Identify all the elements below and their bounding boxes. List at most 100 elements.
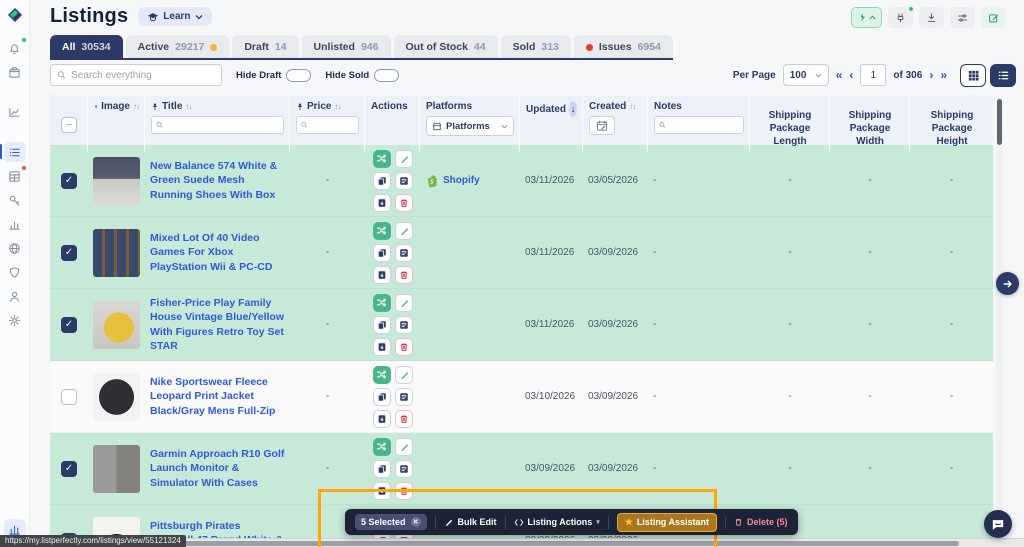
next-page-button[interactable]: ›	[929, 69, 933, 81]
duplicate-listing-button[interactable]	[372, 409, 391, 428]
price-filter[interactable]	[296, 116, 359, 134]
hide-sold-toggle[interactable]	[374, 68, 400, 82]
listing-title-link[interactable]: Nike Sportswear Fleece Leopard Print Jac…	[150, 376, 275, 416]
listing-details-button[interactable]	[394, 387, 413, 406]
delete-listing-button[interactable]	[394, 337, 413, 356]
listing-details-button[interactable]	[394, 171, 413, 190]
edit-listing-button[interactable]	[394, 149, 413, 168]
per-page-select[interactable]: 100	[782, 64, 829, 86]
listing-actions-menu[interactable]: Listing Actions ▾	[514, 517, 600, 527]
crosslist-button[interactable]	[372, 149, 391, 168]
row-checkbox[interactable]: ✓	[61, 244, 77, 261]
notes-filter[interactable]	[654, 116, 744, 134]
scroll-right-fab[interactable]	[996, 272, 1019, 295]
sort-toggle[interactable]: ↑↓	[185, 102, 192, 111]
sort-toggle[interactable]: ↑↓	[334, 102, 341, 111]
table-vertical-scrollbar[interactable]	[996, 97, 1003, 535]
sidebar-item-listings[interactable]	[0, 142, 26, 162]
compose-new-button[interactable]	[981, 7, 1006, 28]
product-image[interactable]	[93, 228, 140, 277]
product-image[interactable]	[93, 444, 140, 493]
listing-title-link[interactable]: Fisher-Price Play Family House Vintage B…	[150, 297, 284, 352]
settings-gear-icon[interactable]	[4, 310, 26, 330]
page-number-input[interactable]	[860, 64, 887, 86]
tab-all[interactable]: All 30534	[50, 35, 123, 58]
account-user-icon[interactable]	[4, 286, 26, 306]
listing-details-button[interactable]	[394, 243, 413, 262]
copy-listing-button[interactable]	[372, 459, 391, 478]
web-globe-icon[interactable]	[4, 238, 26, 258]
import-download-button[interactable]	[919, 7, 944, 28]
listing-title-link[interactable]: Garmin Approach R10 Golf Launch Monitor …	[150, 448, 284, 488]
edit-listing-button[interactable]	[394, 437, 413, 456]
bulk-delete-button[interactable]: Delete (5)	[734, 517, 788, 527]
row-checkbox[interactable]: ✓	[61, 172, 77, 189]
scrollbar-thumb[interactable]	[997, 99, 1002, 145]
platforms-filter-dropdown[interactable]: Platforms	[426, 116, 514, 136]
security-shield-icon[interactable]	[4, 262, 26, 282]
hide-draft-toggle[interactable]	[286, 68, 312, 82]
grid-view-button[interactable]	[960, 63, 986, 87]
crosslist-button[interactable]	[372, 221, 391, 240]
row-checkbox[interactable]: ✓	[61, 316, 77, 333]
sort-toggle[interactable]: ↑↓	[629, 102, 636, 111]
duplicate-listing-button[interactable]	[372, 481, 391, 500]
tab-out-of-stock[interactable]: Out of Stock 44	[393, 35, 498, 58]
bulk-edit-button[interactable]: Bulk Edit	[444, 517, 497, 527]
platform-link[interactable]: Shopify	[425, 174, 515, 188]
edit-listing-button[interactable]	[394, 293, 413, 312]
list-view-button[interactable]	[990, 63, 1016, 87]
delete-listing-button[interactable]	[394, 409, 413, 428]
created-date-filter-button[interactable]	[589, 116, 615, 135]
duplicate-listing-button[interactable]	[372, 337, 391, 356]
tab-issues[interactable]: Issues 6954	[573, 35, 673, 58]
edit-listing-button[interactable]	[394, 365, 413, 384]
column-preferences-button[interactable]	[950, 7, 975, 28]
crosslist-button[interactable]	[372, 365, 391, 384]
catalog-grid-icon[interactable]	[4, 165, 27, 186]
listing-title-link[interactable]: Mixed Lot Of 40 Video Games For Xbox Pla…	[150, 232, 272, 272]
learn-button[interactable]: Learn	[138, 7, 212, 26]
title-filter[interactable]	[151, 116, 284, 134]
listing-title-link[interactable]: New Balance 574 White & Green Suede Mesh…	[150, 160, 277, 200]
copy-listing-button[interactable]	[372, 387, 391, 406]
chat-launcher-button[interactable]	[984, 510, 1012, 538]
search-input[interactable]	[71, 69, 215, 81]
notifications-bell-icon[interactable]	[4, 37, 27, 58]
reports-chart-icon[interactable]	[4, 214, 26, 234]
crosslist-button[interactable]	[372, 437, 391, 456]
tab-sold[interactable]: Sold 313	[500, 35, 571, 58]
integrations-plug-button[interactable]	[888, 6, 914, 28]
integrations-key-icon[interactable]	[4, 190, 26, 210]
ai-sparkle-menu-button[interactable]	[851, 7, 882, 28]
notes-filter-input[interactable]	[669, 120, 739, 130]
inventory-box-icon[interactable]	[4, 62, 26, 82]
delete-listing-button[interactable]	[394, 481, 413, 500]
product-image[interactable]	[93, 156, 140, 205]
clear-selection-icon[interactable]: ✕	[410, 517, 421, 527]
delete-listing-button[interactable]	[394, 193, 413, 212]
listing-details-button[interactable]	[394, 315, 413, 334]
selected-count-pill[interactable]: 5 Selected ✕	[355, 514, 427, 530]
tab-active[interactable]: Active 29217	[125, 35, 230, 58]
sort-toggle[interactable]: ↑↓	[133, 102, 140, 111]
edit-listing-button[interactable]	[394, 221, 413, 240]
row-checkbox[interactable]	[61, 388, 77, 405]
listperfectly-logo[interactable]	[6, 6, 24, 24]
price-filter-input[interactable]	[310, 120, 354, 130]
tab-draft[interactable]: Draft 14	[232, 35, 299, 58]
analytics-chart-icon[interactable]	[4, 102, 26, 122]
product-image[interactable]	[93, 300, 140, 349]
copy-listing-button[interactable]	[372, 315, 391, 334]
global-search[interactable]	[50, 64, 222, 86]
copy-listing-button[interactable]	[372, 243, 391, 262]
listing-assistant-button[interactable]: ★ Listing Assistant	[616, 512, 717, 532]
last-page-button[interactable]: »	[940, 69, 947, 81]
delete-listing-button[interactable]	[394, 265, 413, 284]
duplicate-listing-button[interactable]	[372, 193, 391, 212]
updated-sort-desc-button[interactable]: ↓	[569, 101, 577, 117]
crosslist-button[interactable]	[372, 293, 391, 312]
prev-page-button[interactable]: ‹	[849, 69, 853, 81]
copy-listing-button[interactable]	[372, 171, 391, 190]
listing-details-button[interactable]	[394, 459, 413, 478]
